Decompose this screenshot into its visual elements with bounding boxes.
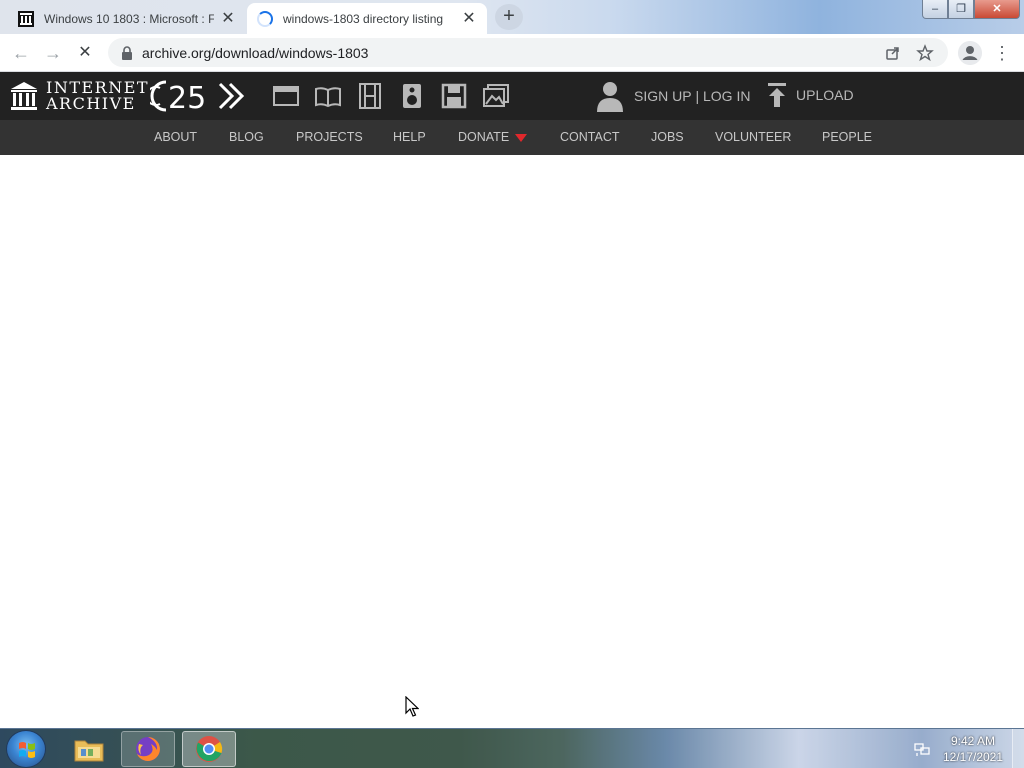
start-button[interactable] [6, 730, 46, 768]
clock-date: 12/17/2021 [942, 750, 1004, 764]
profile-avatar-icon[interactable] [958, 41, 982, 65]
nav-about[interactable]: ABOUT [154, 120, 197, 155]
nav-projects[interactable]: PROJECTS [296, 120, 363, 155]
loading-spinner-icon [257, 10, 273, 27]
upload-link[interactable]: UPLOAD [766, 82, 854, 108]
bookmark-star-icon[interactable] [916, 43, 934, 62]
clock-time: 9:42 AM [950, 734, 996, 748]
nav-blog[interactable]: BLOG [229, 120, 264, 155]
nav-donate[interactable]: DONATE [458, 120, 528, 155]
close-window-button[interactable]: ✕ [974, 0, 1020, 19]
ia-logo[interactable]: INTERNET ARCHIVE [10, 80, 149, 112]
software-icon[interactable] [440, 82, 468, 110]
forward-button[interactable]: → [40, 40, 66, 66]
badge-number: 25 [168, 81, 206, 114]
nav-jobs[interactable]: JOBS [651, 120, 684, 155]
tab-windows-10-1803[interactable]: Windows 10 1803 : Microsoft : Fr ✕ [8, 3, 246, 34]
new-tab-button[interactable]: + [495, 4, 523, 30]
taskbar-chrome-button[interactable] [182, 731, 236, 767]
restore-button[interactable]: ❐ [948, 0, 974, 19]
video-icon[interactable] [356, 82, 384, 110]
tab-close-icon[interactable]: ✕ [220, 10, 236, 27]
nav-people[interactable]: PEOPLE [822, 120, 872, 155]
nav-contact[interactable]: CONTACT [560, 120, 620, 155]
tab-title: Windows 10 1803 : Microsoft : Fr [44, 11, 214, 26]
taskbar-explorer-button[interactable] [62, 731, 116, 767]
system-clock[interactable]: 9:42 AM 12/17/2021 [940, 733, 1006, 765]
mouse-cursor-icon [405, 696, 419, 717]
ia-top-bar: INTERNET ARCHIVE 25 SIGN UP | LOG IN UPL… [0, 72, 1024, 120]
network-icon[interactable] [914, 741, 930, 757]
show-desktop-button[interactable] [1012, 729, 1024, 768]
minimize-button[interactable]: ‒ [922, 0, 948, 19]
tab-title: windows-1803 directory listing [283, 11, 444, 26]
heart-down-icon [515, 133, 528, 142]
url-text[interactable]: archive.org/download/windows-1803 [142, 45, 884, 61]
page-content-area [0, 155, 1024, 728]
lock-icon [122, 45, 132, 60]
firefox-icon [136, 737, 160, 761]
browser-tab-strip: Windows 10 1803 : Microsoft : Fr ✕ windo… [0, 0, 1024, 34]
chrome-icon [196, 736, 223, 762]
browser-toolbar: ← → ✕ archive.org/download/windows-1803 … [0, 34, 1024, 72]
archive-temple-icon [18, 10, 34, 27]
back-button[interactable]: ← [8, 40, 34, 66]
ia-logo-text: INTERNET ARCHIVE [46, 80, 149, 112]
media-type-icons [272, 82, 524, 110]
upload-icon [768, 83, 786, 107]
nav-help[interactable]: HELP [393, 120, 426, 155]
logo-line-archive: ARCHIVE [46, 94, 136, 113]
archive-temple-icon [11, 82, 37, 110]
address-bar[interactable]: archive.org/download/windows-1803 [108, 38, 948, 67]
images-icon[interactable] [482, 82, 510, 110]
tab-close-icon[interactable]: ✕ [461, 10, 477, 27]
account-area: SIGN UP | LOG IN [596, 80, 750, 112]
taskbar-firefox-button[interactable] [121, 731, 175, 767]
anniversary-25-badge[interactable]: 25 [150, 78, 246, 114]
ia-secondary-nav: ABOUT BLOG PROJECTS HELP DONATE CONTACT … [0, 120, 1024, 155]
windows-taskbar: 9:42 AM 12/17/2021 [0, 728, 1024, 768]
nav-donate-label: DONATE [458, 130, 510, 144]
window-controls: ‒ ❐ ✕ [922, 0, 1020, 20]
folder-icon [74, 740, 104, 762]
sign-up-link[interactable]: SIGN UP [634, 88, 692, 104]
log-in-link[interactable]: LOG IN [703, 88, 750, 104]
share-icon[interactable] [884, 44, 902, 62]
user-icon[interactable] [596, 80, 624, 112]
tab-windows-1803-directory-listing[interactable]: windows-1803 directory listing ✕ [247, 3, 487, 34]
web-icon[interactable] [272, 82, 300, 110]
upload-label: UPLOAD [796, 87, 854, 103]
stop-loading-button[interactable]: ✕ [72, 40, 98, 66]
audio-icon[interactable] [398, 82, 426, 110]
texts-icon[interactable] [314, 82, 342, 110]
nav-volunteer[interactable]: VOLUNTEER [715, 120, 791, 155]
auth-separator: | [691, 88, 703, 104]
windows-logo-icon [19, 742, 35, 758]
browser-menu-button[interactable]: ⋮ [993, 40, 1011, 66]
